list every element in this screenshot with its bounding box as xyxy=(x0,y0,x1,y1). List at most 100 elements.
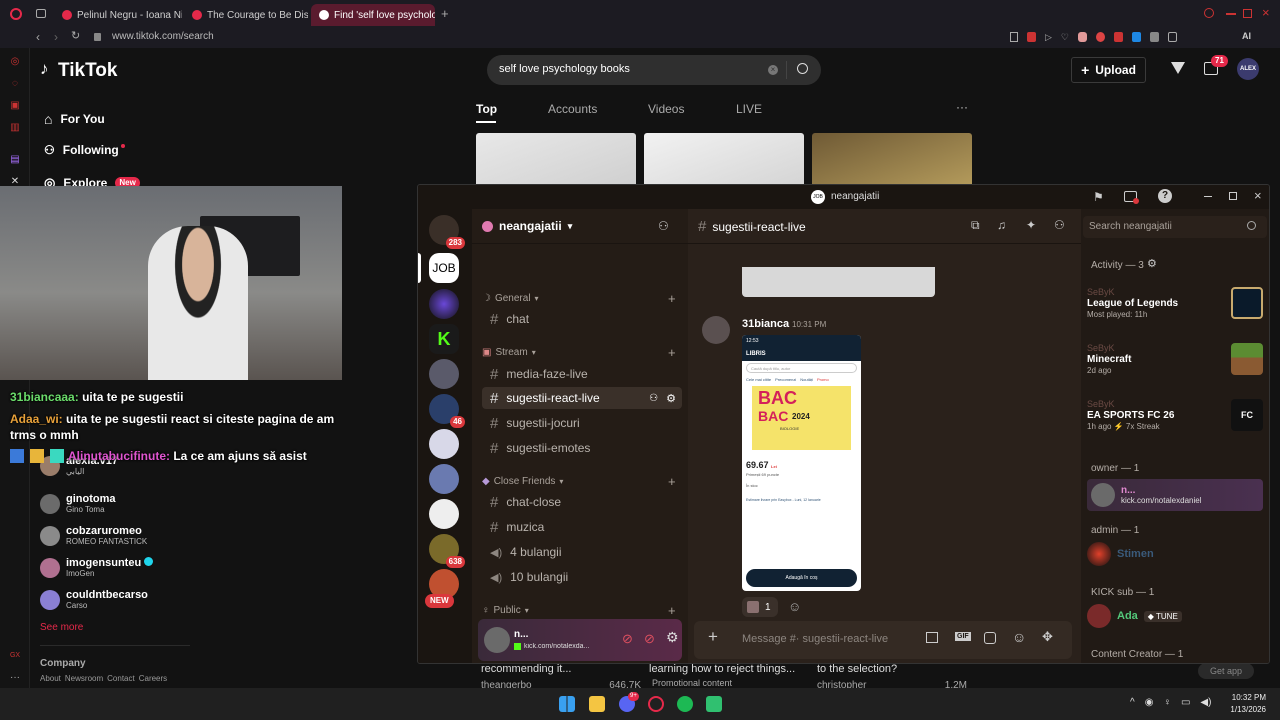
tiktok-logo[interactable]: TikTok xyxy=(58,60,117,82)
result-caption[interactable]: recommending it... xyxy=(481,663,571,675)
mute-mic-icon[interactable]: ⊘ xyxy=(622,631,633,647)
extensions-icon[interactable] xyxy=(1168,32,1177,42)
category-stream[interactable]: ▣ Stream ▾ xyxy=(482,347,536,358)
voice-channel-4-bulangii[interactable]: ◀) 4 bulangii xyxy=(482,541,682,563)
minimize-icon[interactable] xyxy=(1226,13,1236,15)
sticker-icon[interactable] xyxy=(984,632,996,644)
add-reaction-icon[interactable]: ☺ xyxy=(788,599,801,614)
bell-icon[interactable]: ♫ xyxy=(997,218,1006,232)
heart-icon[interactable]: ♡ xyxy=(1061,32,1069,44)
extension-2-icon[interactable] xyxy=(1096,32,1105,42)
updates-icon[interactable] xyxy=(1124,191,1139,204)
maximize-icon[interactable] xyxy=(1243,9,1252,18)
member-admin[interactable]: Stimen xyxy=(1087,542,1263,566)
maximize-icon[interactable] xyxy=(1229,192,1237,200)
volume-icon[interactable]: ◀) xyxy=(1200,697,1211,708)
account-item[interactable]: ginotoma Gino Toma xyxy=(40,493,116,514)
add-channel-icon[interactable]: + xyxy=(668,603,676,618)
back-icon[interactable]: ‹ xyxy=(36,30,40,44)
network-icon[interactable]: ▭ xyxy=(1181,697,1190,708)
server-icon[interactable] xyxy=(429,289,459,319)
gear-icon[interactable]: ⚙ xyxy=(1147,257,1157,270)
channel-media-faze-live[interactable]: # media-faze-live xyxy=(482,363,682,385)
message-avatar[interactable] xyxy=(702,316,730,344)
bookmark-icon[interactable] xyxy=(1010,32,1018,42)
add-channel-icon[interactable]: + xyxy=(668,291,676,306)
video-thumbnail[interactable] xyxy=(812,133,972,188)
attach-plus-icon[interactable]: + xyxy=(708,627,718,647)
close-icon[interactable]: × xyxy=(1254,188,1262,203)
account-item[interactable]: cobzaruromeo ROMEO FANTASTICK xyxy=(40,525,147,546)
video-thumbnail[interactable] xyxy=(476,133,636,188)
footer-link[interactable]: Careers xyxy=(139,674,167,683)
server-header[interactable]: neangajatii ▾ xyxy=(482,219,572,233)
footer-link[interactable]: About xyxy=(40,674,61,683)
kick-server-icon[interactable]: K xyxy=(429,324,459,354)
server-icon[interactable] xyxy=(429,464,459,494)
extension-5-icon[interactable] xyxy=(1150,32,1159,42)
url-field[interactable]: www.tiktok.com/search xyxy=(112,31,214,42)
category-general[interactable]: ☽ General ▾ xyxy=(482,293,539,304)
tab-videos[interactable]: Videos xyxy=(648,102,684,116)
help-icon[interactable]: ? xyxy=(1158,189,1172,203)
gift-icon[interactable] xyxy=(926,632,938,643)
result-caption[interactable]: learning how to reject things... xyxy=(649,663,795,675)
microphone-icon[interactable]: ♀ xyxy=(1163,697,1171,708)
spotify-icon[interactable] xyxy=(677,696,693,712)
pin-icon[interactable]: ✦ xyxy=(1026,218,1036,232)
category-public[interactable]: ♀ Public ▾ xyxy=(482,605,529,616)
apps-icon[interactable]: ✥ xyxy=(1042,629,1053,645)
browser-tab-3[interactable]: Find 'self love psychology xyxy=(311,4,435,26)
channel-sugestii-emotes[interactable]: # sugestii-emotes xyxy=(482,437,682,459)
file-explorer-icon[interactable] xyxy=(589,696,605,712)
channel-sugestii-react-live[interactable]: # sugestii-react-live ⚇ ⚙ xyxy=(482,387,682,409)
clock-date[interactable]: 1/13/2026 xyxy=(1222,705,1266,714)
clear-search-icon[interactable]: × xyxy=(768,65,778,75)
app-icon[interactable] xyxy=(706,696,722,712)
shield-icon[interactable] xyxy=(1027,32,1036,42)
upload-button[interactable]: + Upload xyxy=(1071,57,1146,83)
channel-chat[interactable]: # chat xyxy=(482,308,682,330)
search-input[interactable]: Search neangajatii xyxy=(1089,221,1172,232)
filter-icon[interactable] xyxy=(1171,62,1185,74)
server-icon[interactable]: 46 xyxy=(429,394,465,428)
tiktok-logo-icon[interactable]: ♪ xyxy=(40,60,56,78)
account-item[interactable]: imogensunteu ImoGen xyxy=(40,557,154,578)
previous-attachment[interactable] xyxy=(742,267,935,297)
video-thumbnail[interactable] xyxy=(644,133,804,188)
instagram-icon[interactable]: ▣ xyxy=(9,100,21,112)
activity-item[interactable]: SeByK Minecraft 2d ago xyxy=(1087,343,1263,375)
play-icon[interactable]: ▷ xyxy=(1045,32,1052,44)
get-app-button[interactable]: Get app xyxy=(1198,663,1254,679)
opera-logo-icon[interactable] xyxy=(10,8,22,20)
account-item[interactable]: couldntbecarso Carso xyxy=(40,589,148,610)
company-heading[interactable]: Company xyxy=(40,658,86,669)
search-icon[interactable] xyxy=(1247,221,1256,230)
profile-avatar[interactable]: ALEX xyxy=(1237,58,1259,80)
add-channel-icon[interactable]: + xyxy=(668,474,676,489)
tab-overview-icon[interactable] xyxy=(36,9,46,18)
mail-icon[interactable]: ▥ xyxy=(9,122,21,134)
gx-icon[interactable]: GX xyxy=(9,650,21,662)
aria-ai-button[interactable]: AI xyxy=(1242,31,1251,41)
image-attachment[interactable]: 12:53 LIBRIS Caută după titlu, autor Cel… xyxy=(742,335,861,591)
tab-live[interactable]: LIVE xyxy=(736,102,762,116)
activity-item[interactable]: SeByK EA SPORTS FC 26 1h ago ⚡ 7x Streak… xyxy=(1087,399,1263,431)
more-icon[interactable]: ··· xyxy=(9,672,21,684)
discord-tray-icon[interactable]: ◉ xyxy=(1145,697,1154,708)
add-channel-icon[interactable]: + xyxy=(668,345,676,360)
browser-tab-1[interactable]: Pelinul Negru - Ioana Nico xyxy=(54,4,182,26)
extension-4-icon[interactable] xyxy=(1132,32,1141,42)
clock-time[interactable]: 10:32 PM xyxy=(1222,693,1266,702)
category-close-friends[interactable]: ◆ Close Friends ▾ xyxy=(482,476,563,487)
search-icon[interactable] xyxy=(797,63,808,74)
threads-icon[interactable]: ⧉ xyxy=(971,218,980,233)
footer-link[interactable]: Newsroom xyxy=(65,674,103,683)
invite-icon[interactable]: ⚇ xyxy=(649,393,658,404)
emoji-icon[interactable]: ☺ xyxy=(1012,629,1026,645)
chevron-up-icon[interactable]: ^ xyxy=(1130,697,1135,708)
server-icon[interactable] xyxy=(429,359,459,389)
settings-gear-icon[interactable]: ⚙ xyxy=(666,629,679,646)
close-window-icon[interactable]: × xyxy=(1262,5,1270,20)
browser-tab-2[interactable]: The Courage to Be Dislike xyxy=(184,4,308,26)
